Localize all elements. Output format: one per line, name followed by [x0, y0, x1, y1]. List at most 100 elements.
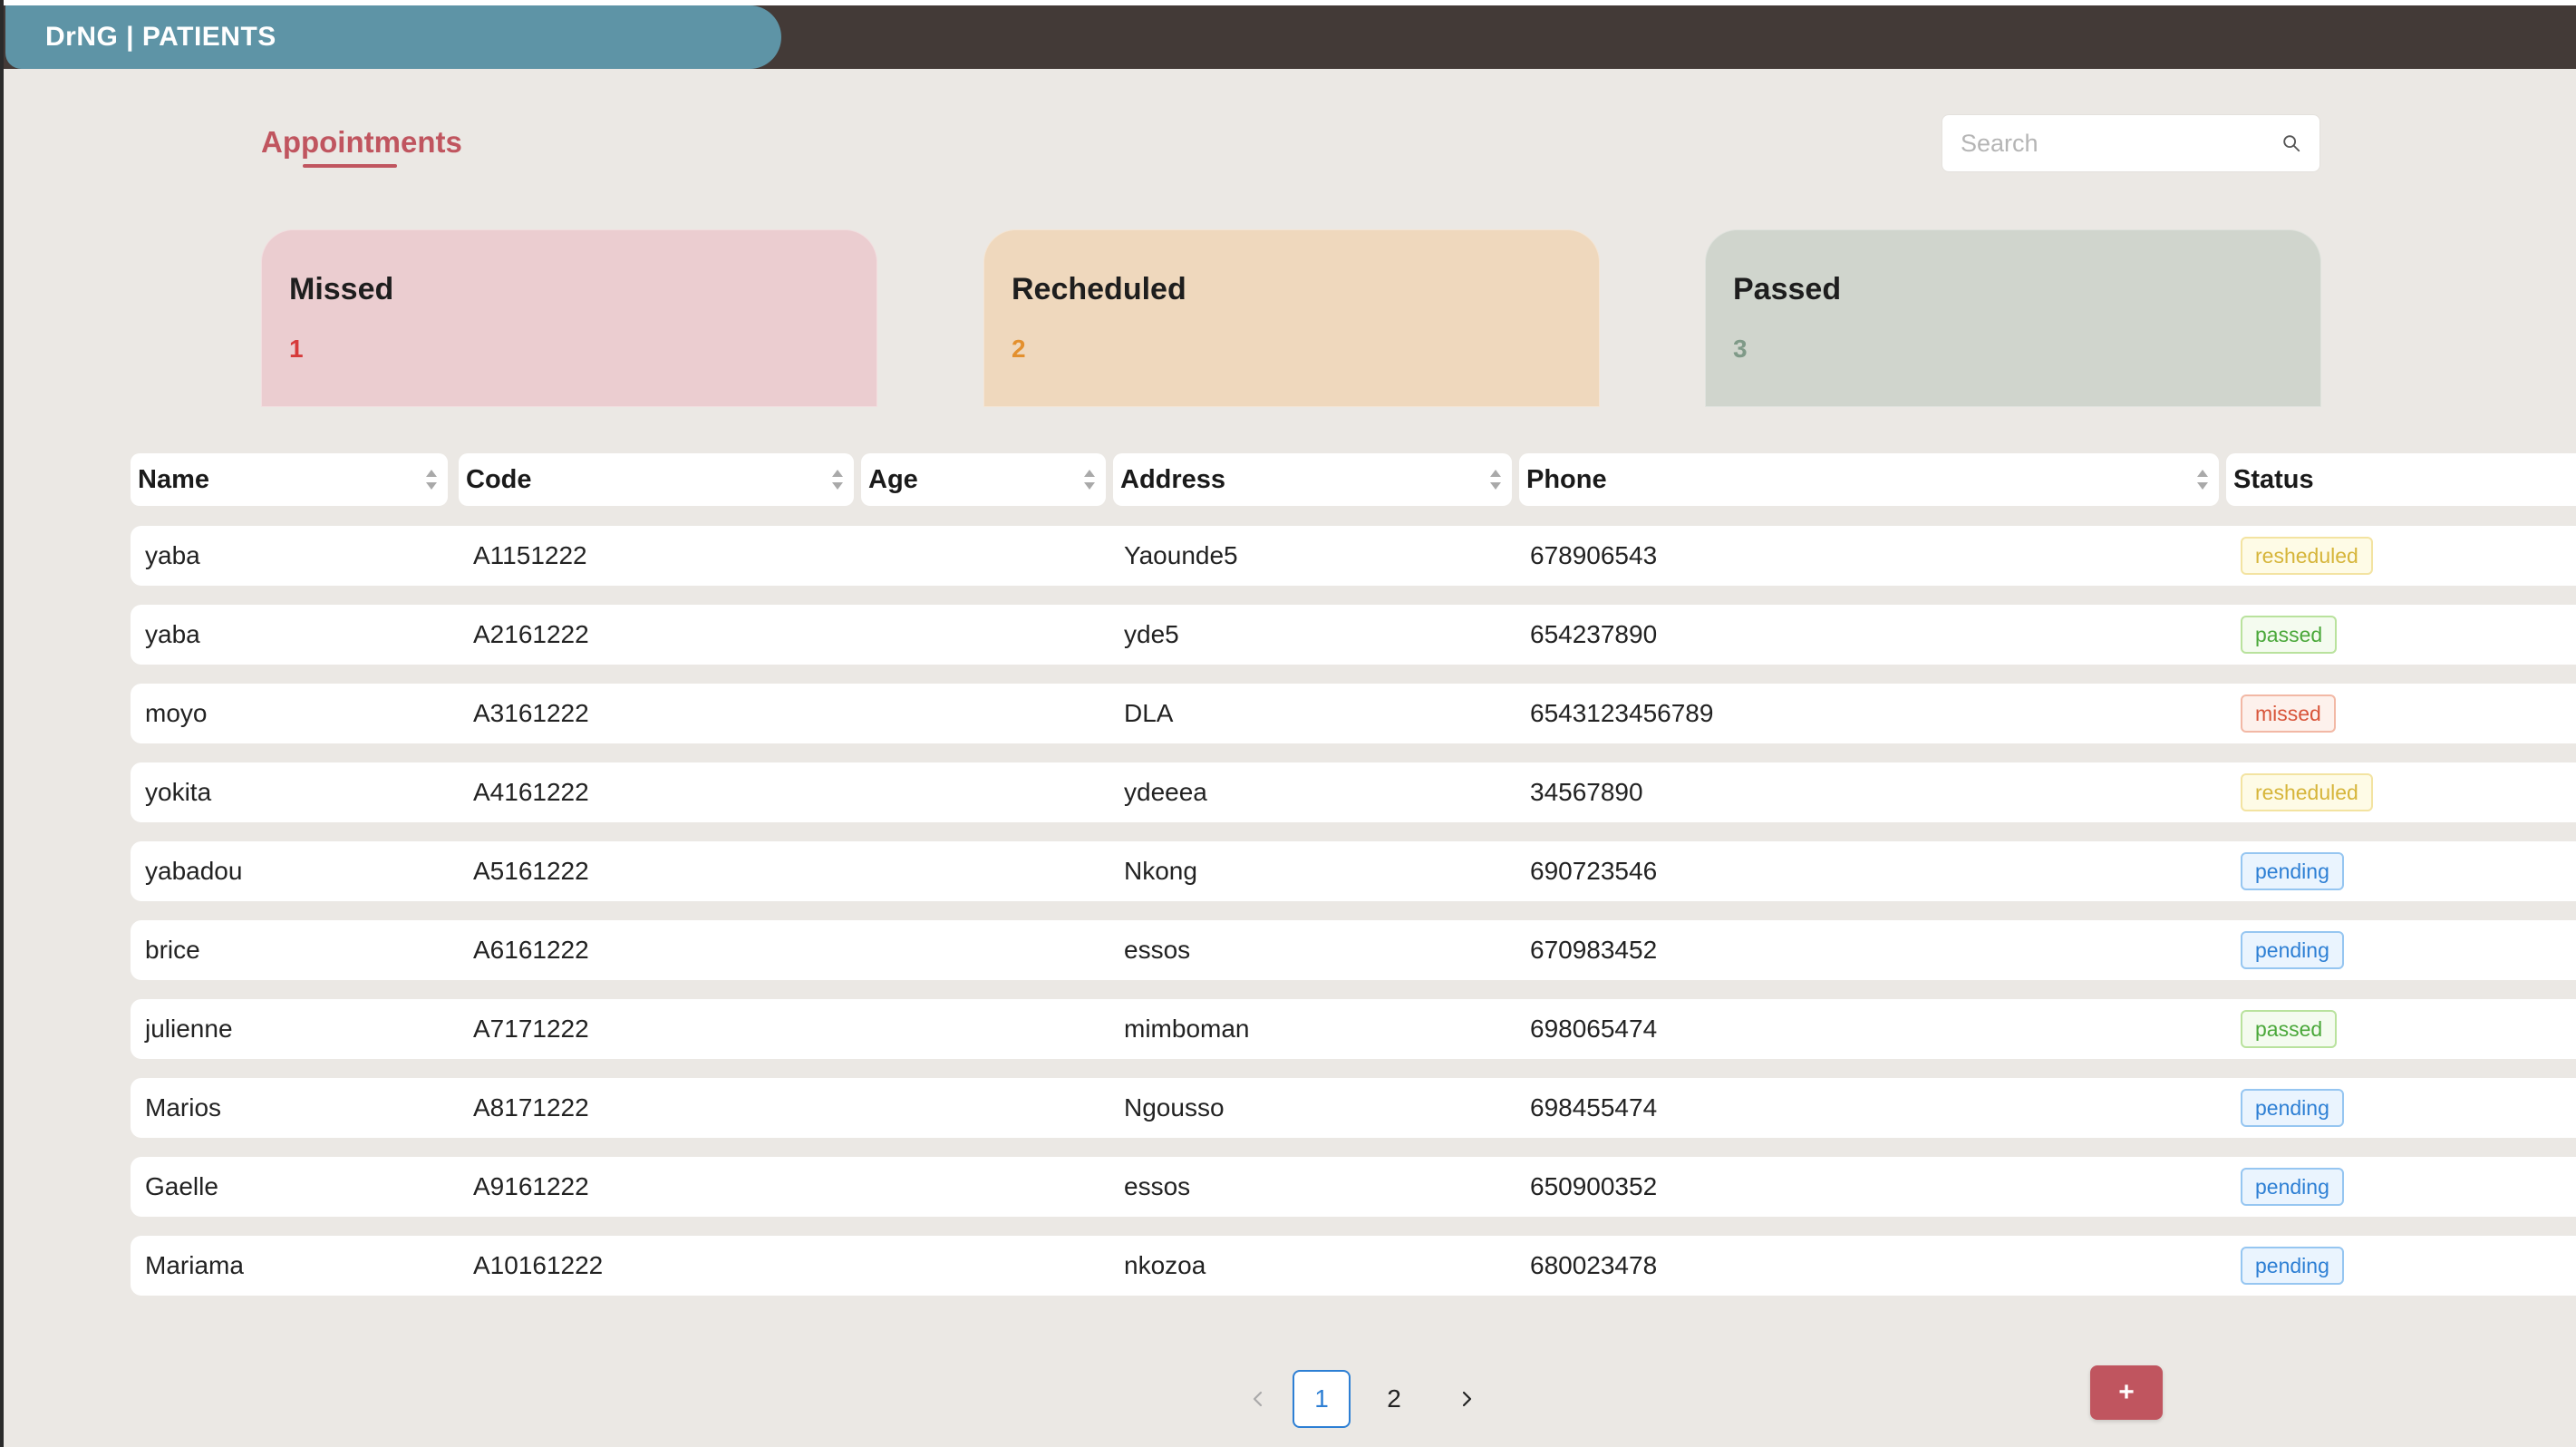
table-row[interactable]: Gaelle A9161222 essos 650900352 pending: [131, 1157, 2576, 1217]
search-input[interactable]: [1961, 129, 2281, 158]
rescheduled-summary-card[interactable]: Recheduled 2: [983, 229, 1600, 407]
cell-code: A7171222: [473, 1015, 589, 1043]
cell-address: Nkong: [1124, 857, 1197, 885]
cell-address: ydeeea: [1124, 778, 1207, 806]
cell-name: yokita: [145, 778, 212, 806]
prev-page-button[interactable]: [1229, 1370, 1287, 1428]
cell-status: resheduled: [2241, 762, 2373, 822]
column-header-name[interactable]: Name: [131, 453, 448, 506]
cell-status: passed: [2241, 999, 2338, 1059]
cell-code: A8171222: [473, 1093, 589, 1122]
table-row[interactable]: yaba A1151222 Yaounde5 678906543 resheduled: [131, 526, 2576, 586]
cell-code: A10161222: [473, 1251, 604, 1279]
column-header-label: Address: [1120, 464, 1226, 494]
active-tab-indicator: [303, 164, 397, 168]
cell-phone: 654237890: [1530, 620, 1658, 648]
page-1-button[interactable]: 1: [1293, 1370, 1351, 1428]
column-header-code[interactable]: Code: [459, 453, 854, 506]
cell-name: Gaelle: [145, 1172, 218, 1200]
cell-phone: 34567890: [1530, 778, 1643, 806]
status-badge: missed: [2241, 694, 2336, 733]
cell-code: A3161222: [473, 699, 589, 727]
page-2-button[interactable]: 2: [1365, 1370, 1423, 1428]
table-row[interactable]: yabadou A5161222 Nkong 690723546 pending: [131, 841, 2576, 901]
brand-title[interactable]: DrNG | PATIENTS: [5, 5, 781, 69]
cell-name: moyo: [145, 699, 208, 727]
table-row[interactable]: Mariama A10161222 nkozoa 680023478 pending: [131, 1236, 2576, 1296]
cell-name: julienne: [145, 1015, 233, 1043]
cell-address: Yaounde5: [1124, 541, 1238, 569]
column-header-label: Code: [466, 464, 532, 494]
cell-address: essos: [1124, 936, 1191, 964]
status-badge: passed: [2241, 616, 2338, 654]
column-header-label: Phone: [1526, 464, 1607, 494]
search-icon[interactable]: [2281, 128, 2301, 159]
cell-code: A9161222: [473, 1172, 589, 1200]
table-row[interactable]: Marios A8171222 Ngousso 698455474 pending: [131, 1078, 2576, 1138]
table-row[interactable]: yaba A2161222 yde5 654237890 passed: [131, 605, 2576, 665]
missed-summary-card[interactable]: Missed 1: [261, 229, 877, 407]
status-badge: pending: [2241, 1247, 2344, 1285]
search-box: [1942, 114, 2320, 172]
sort-icon[interactable]: [1487, 466, 1505, 493]
table-row[interactable]: brice A6161222 essos 670983452 pending: [131, 920, 2576, 980]
tab-appointments[interactable]: Appointments: [261, 125, 462, 160]
cell-name: Marios: [145, 1093, 222, 1122]
column-header-age[interactable]: Age: [861, 453, 1106, 506]
cell-phone: 680023478: [1530, 1251, 1658, 1279]
add-appointment-button[interactable]: +: [2090, 1365, 2163, 1420]
table-row[interactable]: julienne A7171222 mimboman 698065474 passed: [131, 999, 2576, 1059]
cell-code: A6161222: [473, 936, 589, 964]
card-count: 1: [289, 335, 304, 363]
column-header-label: Age: [868, 464, 918, 494]
cell-phone: 650900352: [1530, 1172, 1658, 1200]
card-title: Passed: [1733, 272, 1842, 306]
column-header-status[interactable]: Status: [2226, 453, 2576, 506]
cell-name: yaba: [145, 620, 200, 648]
sort-icon[interactable]: [2193, 466, 2212, 493]
cell-address: nkozoa: [1124, 1251, 1206, 1279]
cell-address: essos: [1124, 1172, 1191, 1200]
cell-phone: 678906543: [1530, 541, 1658, 569]
sort-icon[interactable]: [1080, 466, 1099, 493]
status-badge: pending: [2241, 1089, 2344, 1127]
column-header-address[interactable]: Address: [1113, 453, 1512, 506]
cell-phone: 6543123456789: [1530, 699, 1714, 727]
status-badge: pending: [2241, 931, 2344, 969]
cell-address: yde5: [1124, 620, 1179, 648]
cell-name: Mariama: [145, 1251, 244, 1279]
table-row[interactable]: yokita A4161222 ydeeea 34567890 resheduled: [131, 762, 2576, 822]
status-badge: resheduled: [2241, 773, 2373, 811]
column-header-phone[interactable]: Phone: [1519, 453, 2219, 506]
cell-status: pending: [2241, 1236, 2344, 1296]
table-header: Name Code Age Address Phone Status: [131, 453, 2576, 506]
cell-code: A2161222: [473, 620, 589, 648]
sort-icon[interactable]: [828, 466, 847, 493]
cell-status: resheduled: [2241, 526, 2373, 586]
status-badge: passed: [2241, 1010, 2338, 1048]
cell-status: pending: [2241, 841, 2344, 901]
cell-phone: 698065474: [1530, 1015, 1658, 1043]
card-title: Missed: [289, 272, 394, 306]
cell-name: yaba: [145, 541, 200, 569]
status-badge: resheduled: [2241, 537, 2373, 575]
passed-summary-card[interactable]: Passed 3: [1705, 229, 2321, 407]
status-badge: pending: [2241, 1168, 2344, 1206]
card-count: 2: [1012, 335, 1026, 363]
cell-name: yabadou: [145, 857, 243, 885]
table-row[interactable]: moyo A3161222 DLA 6543123456789 missed: [131, 684, 2576, 743]
next-page-button[interactable]: [1438, 1370, 1496, 1428]
sort-icon[interactable]: [422, 466, 441, 493]
cell-phone: 690723546: [1530, 857, 1658, 885]
cell-status: pending: [2241, 1078, 2344, 1138]
column-header-label: Name: [138, 464, 209, 494]
chevron-left-icon: [1253, 1391, 1263, 1407]
cell-address: mimboman: [1124, 1015, 1250, 1043]
cell-phone: 670983452: [1530, 936, 1658, 964]
cell-address: Ngousso: [1124, 1093, 1225, 1122]
card-title: Recheduled: [1012, 272, 1186, 306]
status-badge: pending: [2241, 852, 2344, 890]
cell-status: pending: [2241, 920, 2344, 980]
cell-name: brice: [145, 936, 200, 964]
card-count: 3: [1733, 335, 1748, 363]
